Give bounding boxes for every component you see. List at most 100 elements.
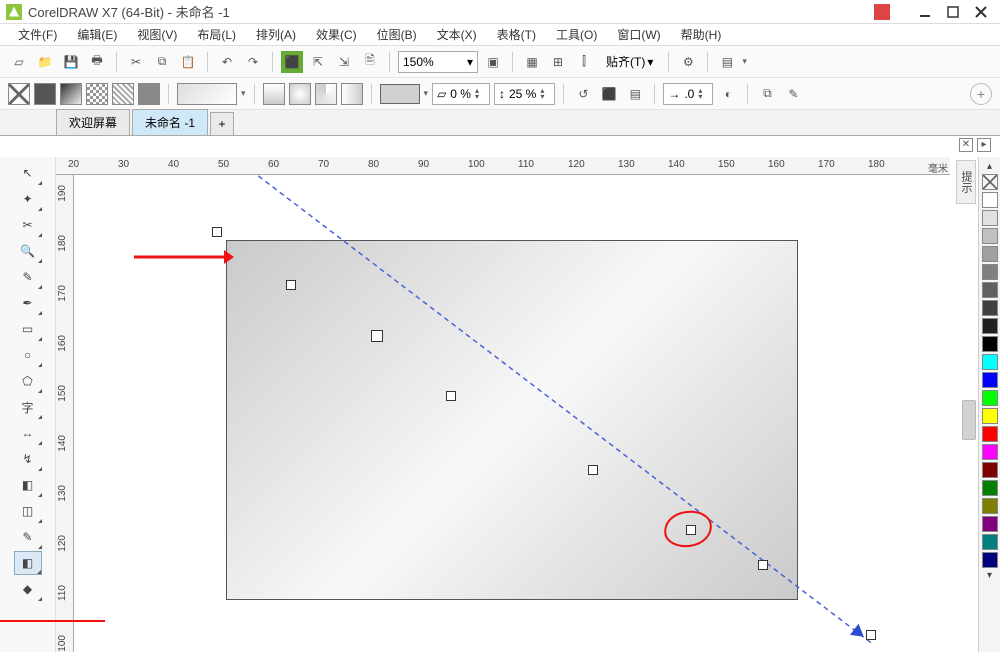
save-icon[interactable]: 💾: [60, 51, 82, 73]
redo-icon[interactable]: ↷: [242, 51, 264, 73]
linear-gradient-icon[interactable]: [263, 83, 285, 105]
palette-swatch[interactable]: [982, 480, 998, 496]
edit-fill-icon[interactable]: ✎: [782, 83, 804, 105]
close-doc-icon[interactable]: ✕: [959, 138, 973, 152]
menu-window[interactable]: 窗口(W): [609, 24, 668, 45]
grid-icon[interactable]: ⊞: [547, 51, 569, 73]
palette-down-icon[interactable]: ▾: [987, 570, 992, 581]
menu-table[interactable]: 表格(T): [489, 24, 544, 45]
palette-swatch[interactable]: [982, 192, 998, 208]
postscript-fill-swatch[interactable]: [138, 83, 160, 105]
mirror-icon[interactable]: ⬛: [598, 83, 620, 105]
palette-swatch[interactable]: [982, 336, 998, 352]
interactive-fill-tool[interactable]: ◧: [14, 551, 42, 575]
smart-fill-tool[interactable]: ◆: [14, 577, 42, 601]
menu-effects[interactable]: 效果(C): [308, 24, 365, 45]
text-tool[interactable]: 字: [14, 395, 42, 419]
palette-swatch[interactable]: [982, 210, 998, 226]
tab-add[interactable]: +: [210, 112, 234, 135]
palette-swatch[interactable]: [982, 552, 998, 568]
new-icon[interactable]: ▱: [8, 51, 30, 73]
copy-icon[interactable]: ⧉: [151, 51, 173, 73]
palette-swatch[interactable]: [982, 516, 998, 532]
palette-swatch[interactable]: [982, 282, 998, 298]
repeat-icon[interactable]: ▤: [624, 83, 646, 105]
solid-fill-swatch[interactable]: [34, 83, 56, 105]
radial-gradient-icon[interactable]: [289, 83, 311, 105]
palette-swatch[interactable]: [982, 534, 998, 550]
palette-swatch[interactable]: [982, 318, 998, 334]
export-icon[interactable]: ⇱: [307, 51, 329, 73]
palette-swatch[interactable]: [982, 228, 998, 244]
step-down-icon[interactable]: ▾: [475, 94, 485, 100]
smooth-icon[interactable]: ◐: [717, 83, 739, 105]
ellipse-tool[interactable]: ○: [14, 343, 42, 367]
undo-icon[interactable]: ↶: [216, 51, 238, 73]
close-button[interactable]: [968, 3, 994, 21]
maximize-button[interactable]: [940, 3, 966, 21]
paste-icon[interactable]: 📋: [177, 51, 199, 73]
menu-view[interactable]: 视图(V): [129, 24, 185, 45]
smart-draw-tool[interactable]: ✒: [14, 291, 42, 315]
step-down-icon[interactable]: ▾: [698, 94, 708, 100]
vertical-scrollbar-thumb[interactable]: [962, 400, 976, 440]
current-fill-preview[interactable]: [177, 83, 237, 105]
reverse-icon[interactable]: ↺: [572, 83, 594, 105]
fullscreen-icon[interactable]: ▣: [482, 51, 504, 73]
connector-tool[interactable]: ↯: [14, 447, 42, 471]
print-icon[interactable]: 🖶: [86, 51, 108, 73]
palette-up-icon[interactable]: ▴: [987, 161, 992, 172]
dropshadow-tool[interactable]: ◧: [14, 473, 42, 497]
transparency-input[interactable]: ▱ 0 % ▴▾: [432, 83, 490, 105]
launcher-icon[interactable]: ▤: [716, 51, 738, 73]
canvas[interactable]: [74, 175, 950, 652]
gradient-node-handle[interactable]: [446, 391, 456, 401]
publish-icon[interactable]: ⇲: [333, 51, 355, 73]
palette-swatch[interactable]: [982, 300, 998, 316]
conical-gradient-icon[interactable]: [315, 83, 337, 105]
palette-swatch[interactable]: [982, 426, 998, 442]
texture-fill-swatch[interactable]: [112, 83, 134, 105]
palette-swatch[interactable]: [982, 246, 998, 262]
copy-fill-icon[interactable]: ⧉: [756, 83, 778, 105]
crop-tool[interactable]: ✂: [14, 213, 42, 237]
gradient-midpoint-handle[interactable]: [371, 330, 383, 342]
vertical-ruler[interactable]: 190180170160150140130120110100: [56, 175, 74, 652]
import-icon[interactable]: ⬛: [281, 51, 303, 73]
tab-document[interactable]: 未命名 -1: [132, 109, 208, 135]
palette-swatch[interactable]: [982, 408, 998, 424]
parallel-dim-tool[interactable]: ↔: [14, 421, 42, 445]
menu-text[interactable]: 文本(X): [429, 24, 485, 45]
pdf-icon[interactable]: 🖹: [359, 51, 381, 73]
step-down-icon[interactable]: ▾: [540, 94, 550, 100]
menu-file[interactable]: 文件(F): [10, 24, 65, 45]
eyedropper-tool[interactable]: ✎: [14, 525, 42, 549]
polygon-tool[interactable]: ⬠: [14, 369, 42, 393]
square-gradient-icon[interactable]: [341, 83, 363, 105]
options-icon[interactable]: ⚙: [677, 51, 699, 73]
palette-swatch[interactable]: [982, 498, 998, 514]
tab-welcome[interactable]: 欢迎屏幕: [56, 109, 130, 135]
node-color-swatch[interactable]: [380, 84, 420, 104]
palette-swatch[interactable]: [982, 462, 998, 478]
palette-none-swatch[interactable]: [982, 174, 998, 190]
open-icon[interactable]: 📁: [34, 51, 56, 73]
gradient-node-handle[interactable]: [286, 280, 296, 290]
menu-bitmap[interactable]: 位图(B): [369, 24, 425, 45]
rotation-input[interactable]: → .0 ▴▾: [663, 83, 713, 105]
transparency-tool[interactable]: ◫: [14, 499, 42, 523]
shape-tool[interactable]: ✦: [14, 187, 42, 211]
cut-icon[interactable]: ✂: [125, 51, 147, 73]
hints-docker-tab[interactable]: 提示: [956, 160, 976, 204]
gradient-node-handle[interactable]: [758, 560, 768, 570]
minimize-button[interactable]: [912, 3, 938, 21]
palette-swatch[interactable]: [982, 444, 998, 460]
pattern-fill-swatch[interactable]: [86, 83, 108, 105]
palette-swatch[interactable]: [982, 372, 998, 388]
snap-icon[interactable]: ▦: [521, 51, 543, 73]
guides-icon[interactable]: ⫿: [573, 51, 595, 73]
palette-swatch[interactable]: [982, 264, 998, 280]
more-icon[interactable]: ▸: [977, 138, 991, 152]
pick-tool[interactable]: ↖: [14, 161, 42, 185]
snap-to-dropdown[interactable]: 贴齐(T) ▾: [599, 51, 660, 73]
